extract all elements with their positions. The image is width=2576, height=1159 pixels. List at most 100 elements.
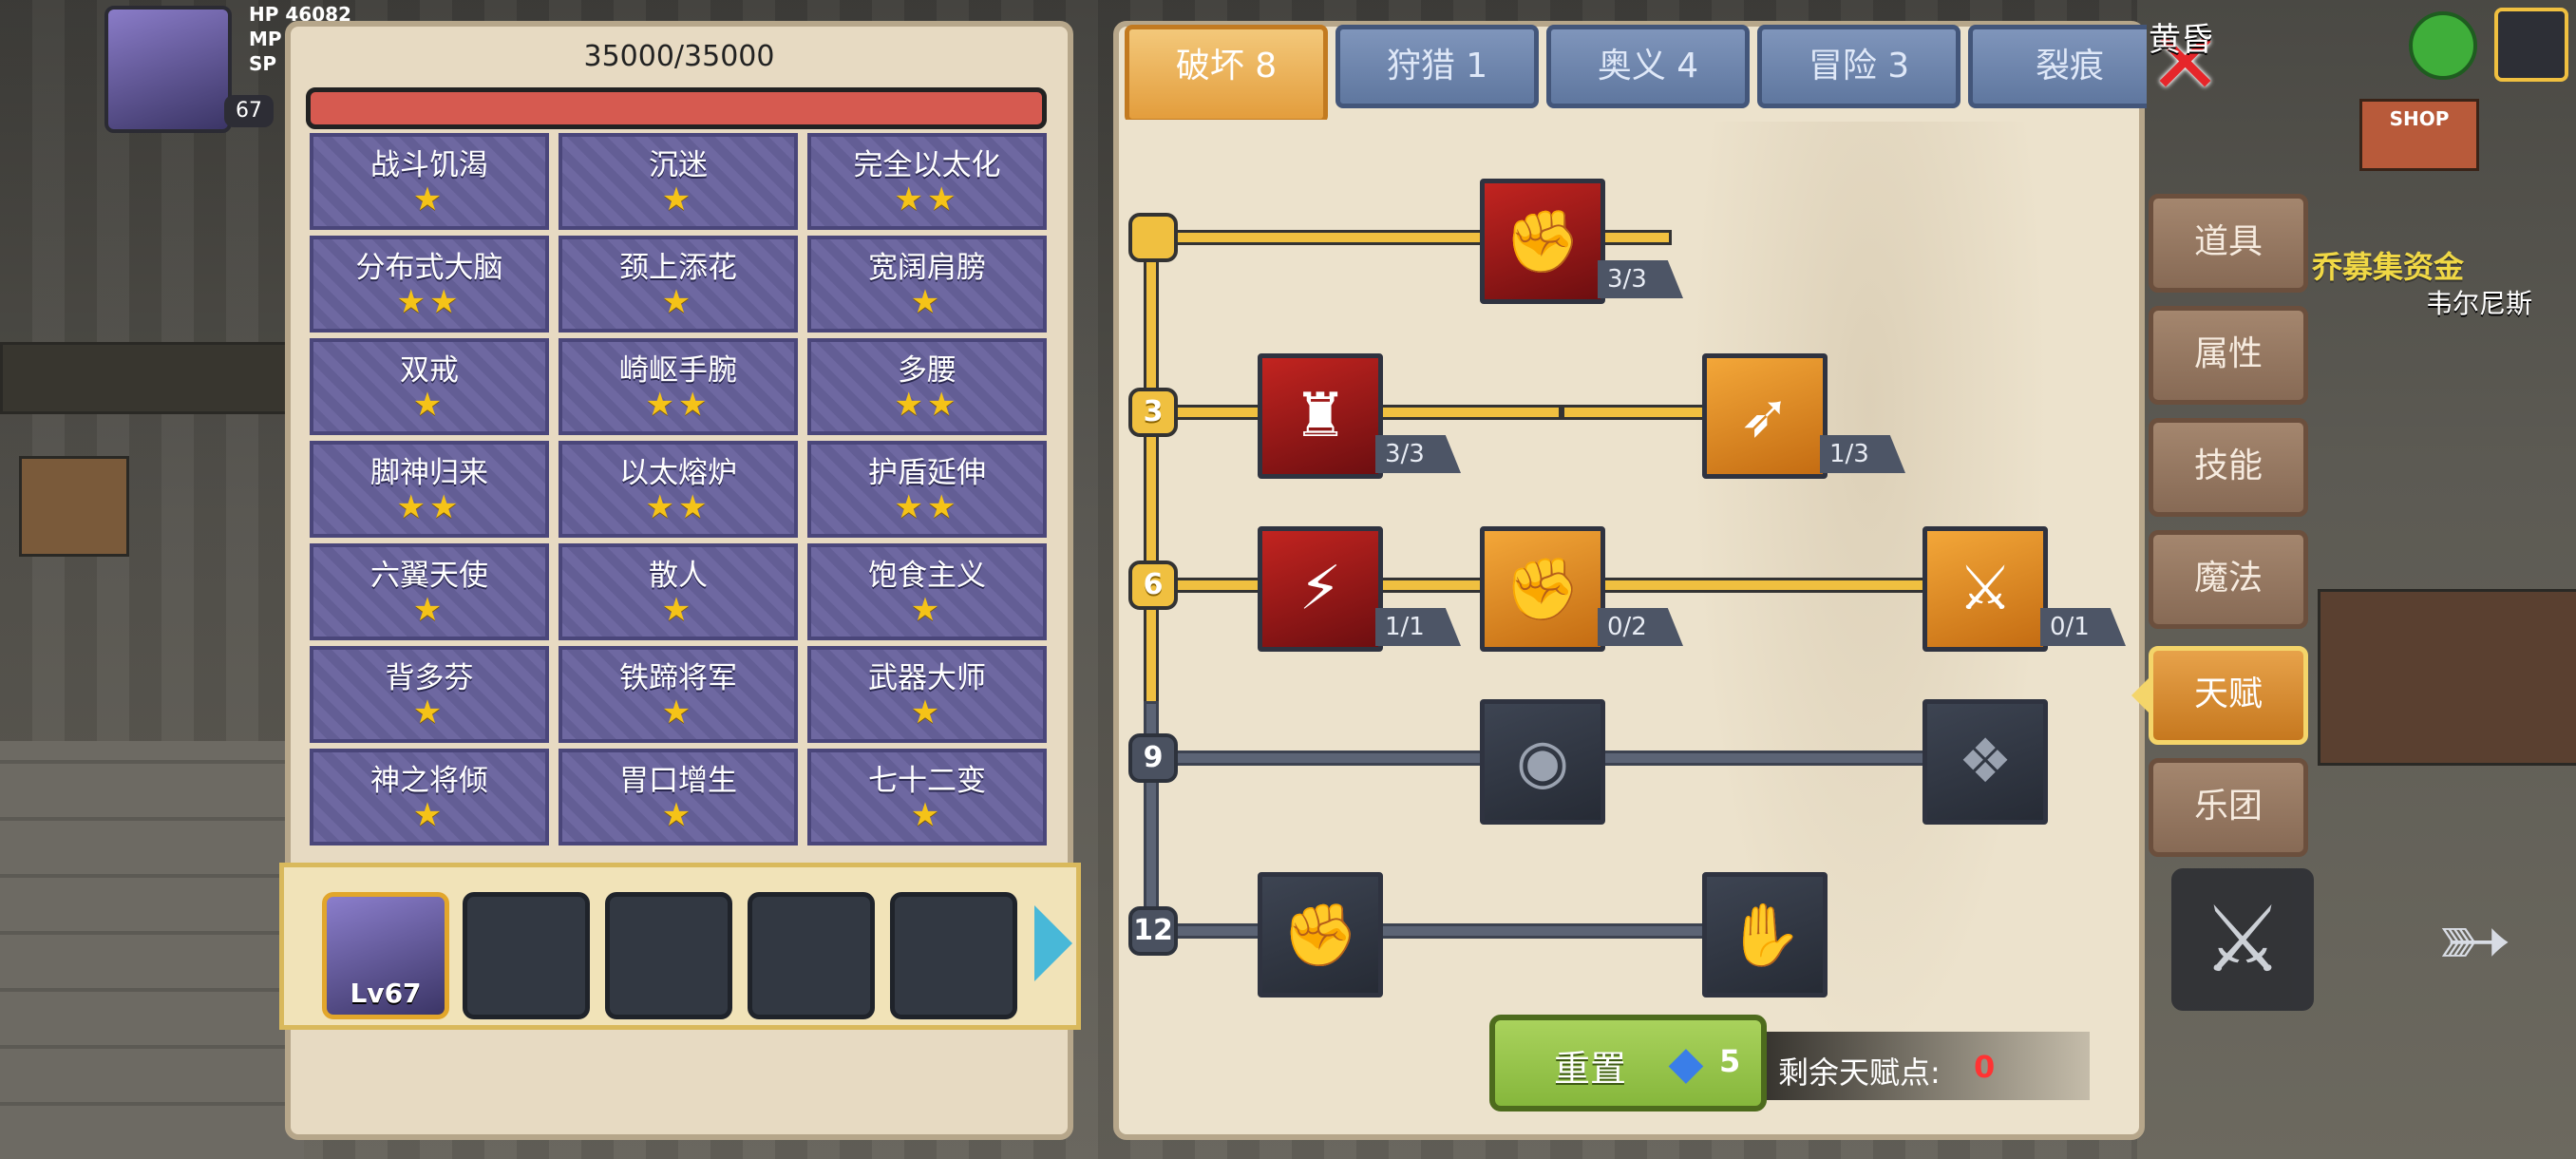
talent-name: 饱食主义 <box>868 559 986 593</box>
talent-tile[interactable]: 战斗饥渴 ★ <box>310 133 549 230</box>
talent-name: 宽阔肩膀 <box>868 251 986 285</box>
talent-tile[interactable]: 背多芬 ★ <box>310 646 549 743</box>
sidebar-item-3[interactable]: 魔法 <box>2149 530 2308 629</box>
background-floor <box>0 741 304 1159</box>
talent-tile[interactable]: 分布式大脑 ★★ <box>310 236 549 332</box>
talent-tile[interactable]: 崎岖手腕 ★★ <box>559 338 798 435</box>
star-icon: ★ <box>412 180 446 218</box>
banner-text: 乔募集资金 <box>2312 249 2465 285</box>
talent-tile[interactable]: 颈上添花 ★ <box>559 236 798 332</box>
globe-icon[interactable] <box>2409 11 2477 80</box>
talent-name: 崎岖手腕 <box>619 353 737 388</box>
sidebar-item-0[interactable]: 道具 <box>2149 194 2308 293</box>
team-slot-empty[interactable] <box>605 892 732 1019</box>
tab-3[interactable]: 冒险 3 <box>1757 25 1960 108</box>
talent-tile[interactable]: 铁蹄将军 ★ <box>559 646 798 743</box>
talent-tile[interactable]: 七十二变 ★ <box>807 749 1047 846</box>
remaining-points: 剩余天赋点: 0 <box>1767 1032 2090 1100</box>
talent-tile[interactable]: 完全以太化 ★★ <box>807 133 1047 230</box>
talent-tile[interactable]: 护盾延伸 ★★ <box>807 441 1047 538</box>
talent-name: 武器大师 <box>868 661 986 695</box>
arm-wrestle-icon: ✊ <box>1505 206 1581 277</box>
talent-name: 多腰 <box>898 353 957 388</box>
bow-icon[interactable]: ➳ <box>2403 868 2546 1011</box>
talent-grid[interactable]: 战斗饥渴 ★ 沉迷 ★ 完全以太化 ★★ 分布式大脑 ★★ 颈上添花 ★ 宽阔肩膀 ★ 双戒 ★ 崎岖手腕 ★… <box>310 133 1051 874</box>
talent-tile[interactable]: 多腰 ★★ <box>807 338 1047 435</box>
talent-name: 以太熔炉 <box>619 456 737 490</box>
talent-tile[interactable]: 饱食主义 ★ <box>807 543 1047 640</box>
star-icon: ★ <box>661 180 695 218</box>
node-level-count: 3/3 <box>1375 435 1461 473</box>
tab-1[interactable]: 狩猎 1 <box>1335 25 1539 108</box>
fullscreen-icon[interactable] <box>2494 8 2568 82</box>
sidebar-item-1[interactable]: 属性 <box>2149 306 2308 405</box>
muscle-body-icon: ♜ <box>1293 381 1348 451</box>
talent-name: 分布式大脑 <box>355 251 503 285</box>
tier-marker: 3 <box>1128 388 1178 437</box>
talent-node[interactable]: ⚡ <box>1258 526 1383 652</box>
raised-fist-icon: ✊ <box>1282 900 1358 971</box>
talent-tile[interactable]: 武器大师 ★ <box>807 646 1047 743</box>
talent-tile[interactable]: 胃口增生 ★ <box>559 749 798 846</box>
talent-tile[interactable]: 散人 ★ <box>559 543 798 640</box>
team-slot-empty[interactable] <box>890 892 1017 1019</box>
talent-list-panel: 35000/35000 战斗饥渴 ★ 沉迷 ★ 完全以太化 ★★ 分布式大脑 ★★ 颈上添花 ★ 宽… <box>279 21 1081 1140</box>
node-level-count: 0/1 <box>2040 608 2126 646</box>
star-icon: ★ <box>910 694 944 732</box>
talent-tile[interactable]: 宽阔肩膀 ★ <box>807 236 1047 332</box>
remaining-points-label: 剩余天赋点: <box>1778 1054 1941 1091</box>
fist-icon: ✊ <box>1505 554 1581 625</box>
tab-0[interactable]: 破坏 8 <box>1125 25 1328 120</box>
talent-node[interactable]: ✊ <box>1258 872 1383 998</box>
sidebar-item-2[interactable]: 技能 <box>2149 418 2308 517</box>
talent-tile[interactable]: 双戒 ★ <box>310 338 549 435</box>
star-icon: ★ <box>661 591 695 629</box>
talent-node[interactable]: ✋ <box>1702 872 1828 998</box>
talent-node[interactable]: ✊ <box>1480 179 1605 304</box>
background-shelf <box>2318 589 2576 766</box>
tier-marker: 12 <box>1128 906 1178 956</box>
team-slot-empty[interactable] <box>748 892 875 1019</box>
sidebar-item-5[interactable]: 乐团 <box>2149 758 2308 857</box>
star-icon: ★★ <box>894 180 960 218</box>
node-level-count: 1/1 <box>1375 608 1461 646</box>
star-icon: ★★ <box>396 283 463 321</box>
team-slot-empty[interactable] <box>463 892 590 1019</box>
hp-bar <box>306 87 1047 129</box>
background-wall <box>0 342 291 414</box>
star-icon: ★ <box>661 694 695 732</box>
diamond-icon: ◆ <box>1668 1036 1704 1090</box>
talent-tree-panel: 3 6 9 12 ✊ 3/3 ♜ 3/3 ➶ 1/3 ⚡ 1/1 ✊ 0/2 ⚔ 0/1 ◉ ❖ ✊ ✋ <box>1113 21 2145 1140</box>
talent-tile[interactable]: 六翼天使 ★ <box>310 543 549 640</box>
talent-node[interactable]: ➶ <box>1702 353 1828 479</box>
star-icon: ★ <box>412 796 446 834</box>
node-level-count: 3/3 <box>1598 260 1683 298</box>
reset-button[interactable]: 重置 ◆ 5 <box>1489 1015 1767 1112</box>
talent-node[interactable]: ◉ <box>1480 699 1605 825</box>
talent-tile[interactable]: 脚神归来 ★★ <box>310 441 549 538</box>
star-icon: ★ <box>910 283 944 321</box>
talent-node[interactable]: ♜ <box>1258 353 1383 479</box>
tier-marker: 6 <box>1128 560 1178 610</box>
tab-2[interactable]: 奥义 4 <box>1546 25 1750 108</box>
talent-tile[interactable]: 神之将倾 ★ <box>310 749 549 846</box>
team-slot-hero[interactable]: Lv67 <box>322 892 449 1019</box>
bat-wings-icon: ❖ <box>1958 727 2013 797</box>
player-level-badge: 67 <box>224 95 274 127</box>
node-level-count: 0/2 <box>1598 608 1683 646</box>
talent-tile[interactable]: 沉迷 ★ <box>559 133 798 230</box>
category-tabs: 破坏 8 狩猎 1 奥义 4 冒险 3 裂痕 <box>1121 21 2147 120</box>
talent-name: 战斗饥渴 <box>370 148 488 182</box>
sword-icon[interactable]: ⚔ <box>2171 868 2314 1011</box>
talent-node[interactable]: ⚔ <box>1923 526 2048 652</box>
sidebar-item-4[interactable]: 天赋 <box>2149 646 2308 745</box>
talent-tile[interactable]: 以太熔炉 ★★ <box>559 441 798 538</box>
star-icon: ★★ <box>645 488 711 526</box>
talent-node[interactable]: ❖ <box>1923 699 2048 825</box>
talent-node[interactable]: ✊ <box>1480 526 1605 652</box>
player-avatar[interactable] <box>104 6 232 133</box>
chevron-right-icon[interactable] <box>1034 905 1072 981</box>
grip-hand-icon: ✋ <box>1727 900 1803 971</box>
talent-name: 铁蹄将军 <box>619 661 737 695</box>
tab-4[interactable]: 裂痕 <box>1968 25 2147 108</box>
